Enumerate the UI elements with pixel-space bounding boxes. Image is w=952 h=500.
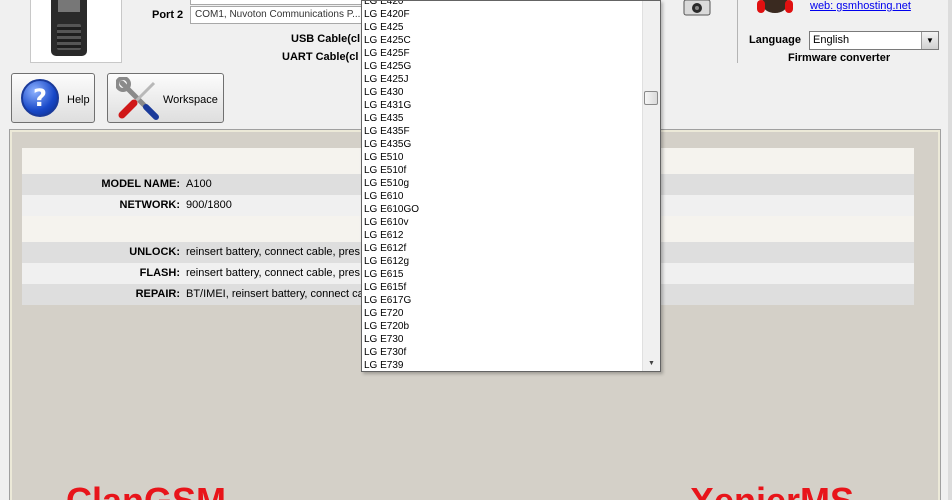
dropdown-item[interactable]: LG E435F [363,125,643,138]
dropdown-item[interactable]: LG E730f [363,346,643,359]
question-icon: ? [21,79,59,117]
phone-image [51,0,87,56]
unlock-value: reinsert battery, connect cable, pres [186,246,361,258]
header-divider [737,0,738,63]
model-name-value: A100 [186,178,212,190]
firmware-converter-label[interactable]: Firmware converter [788,52,890,64]
dropdown-item[interactable]: LG E431G [363,99,643,112]
dropdown-item[interactable]: LG E425J [363,73,643,86]
dropdown-item[interactable]: LG E612 [363,229,643,242]
model-name-label: MODEL NAME: [101,178,180,190]
dropdown-item[interactable]: LG E425C [363,34,643,47]
dropdown-item[interactable]: LG E435G [363,138,643,151]
repair-value: BT/IMEI, reinsert battery, connect ca [186,288,364,300]
dropdown-item[interactable]: LG E425G [363,60,643,73]
dropdown-item[interactable]: LG E617G [363,294,643,307]
dropdown-item[interactable]: LG E430 [363,86,643,99]
dropdown-item[interactable]: LG E615f [363,281,643,294]
flash-label: FLASH: [139,267,180,279]
repair-label: REPAIR: [135,288,180,300]
scroll-down-icon[interactable]: ▼ [643,359,660,369]
dropdown-scrollbar[interactable]: ▼ [642,1,660,371]
dropdown-item[interactable]: LG E615 [363,268,643,281]
unlock-label: UNLOCK: [129,246,180,258]
dropdown-item[interactable]: LG E510 [363,151,643,164]
model-list: LG E420 LG E420F LG E425 LG E425C LG E425F LG… [363,1,643,371]
flash-value: reinsert battery, connect cable, pres [186,267,361,279]
dropdown-item[interactable]: LG E510f [363,164,643,177]
dropdown-item[interactable]: LG E425 [363,21,643,34]
dropdown-item[interactable]: LG E612f [363,242,643,255]
dropdown-item[interactable]: LG E610GO [363,203,643,216]
dropdown-item[interactable]: LG E720b [363,320,643,333]
language-label: Language [749,34,801,46]
web-link[interactable]: web: gsmhosting.net [810,0,911,12]
phone-preview [30,0,122,63]
watermark-strip: ClanGSM XenierMS [0,480,952,500]
phone-screen [58,0,80,12]
chevron-down-icon[interactable]: ▼ [921,32,938,49]
dropdown-item[interactable]: LG E435 [363,112,643,125]
dropdown-item[interactable]: LG E730 [363,333,643,346]
help-label: Help [67,94,90,106]
help-button[interactable]: ? Help [11,73,95,123]
speaker-icon [683,0,711,16]
dropdown-item[interactable]: LG E510g [363,177,643,190]
phone-keypad [57,24,81,50]
dropdown-item[interactable]: LG E610 [363,190,643,203]
workspace-button[interactable]: Workspace [107,73,224,123]
dropdown-item[interactable]: LG E610v [363,216,643,229]
workspace-label: Workspace [163,94,218,106]
dropdown-item[interactable]: LG E425F [363,47,643,60]
language-value: English [813,34,850,46]
language-select[interactable]: English ▼ [809,31,939,50]
dropdown-item[interactable]: LG E720 [363,307,643,320]
dropdown-item[interactable]: LG E420 [363,1,643,8]
usb-cable-label: USB Cable(cl [291,33,361,45]
headphones-avatar-icon [757,0,793,13]
network-value: 900/1800 [186,199,232,211]
port2-select[interactable]: COM1, Nuvoton Communications P... [190,6,362,24]
port2-label: Port 2 [152,9,184,21]
dropdown-item[interactable]: LG E420F [363,8,643,21]
watermark-left: ClanGSM [66,480,226,500]
dropdown-item[interactable]: LG E612g [363,255,643,268]
dropdown-item[interactable]: LG E739 [363,359,643,371]
network-label: NETWORK: [119,199,181,211]
wrench-screwdriver-icon [116,77,159,120]
uart-cable-label: UART Cable(cl [282,51,359,63]
watermark-right: XenierMS [690,480,854,500]
window-edge [948,0,952,500]
port1-field-edge [190,0,362,5]
model-dropdown-list[interactable]: LG E420 LG E420F LG E425 LG E425C LG E425F LG… [361,0,661,372]
scrollbar-thumb[interactable] [644,91,658,105]
